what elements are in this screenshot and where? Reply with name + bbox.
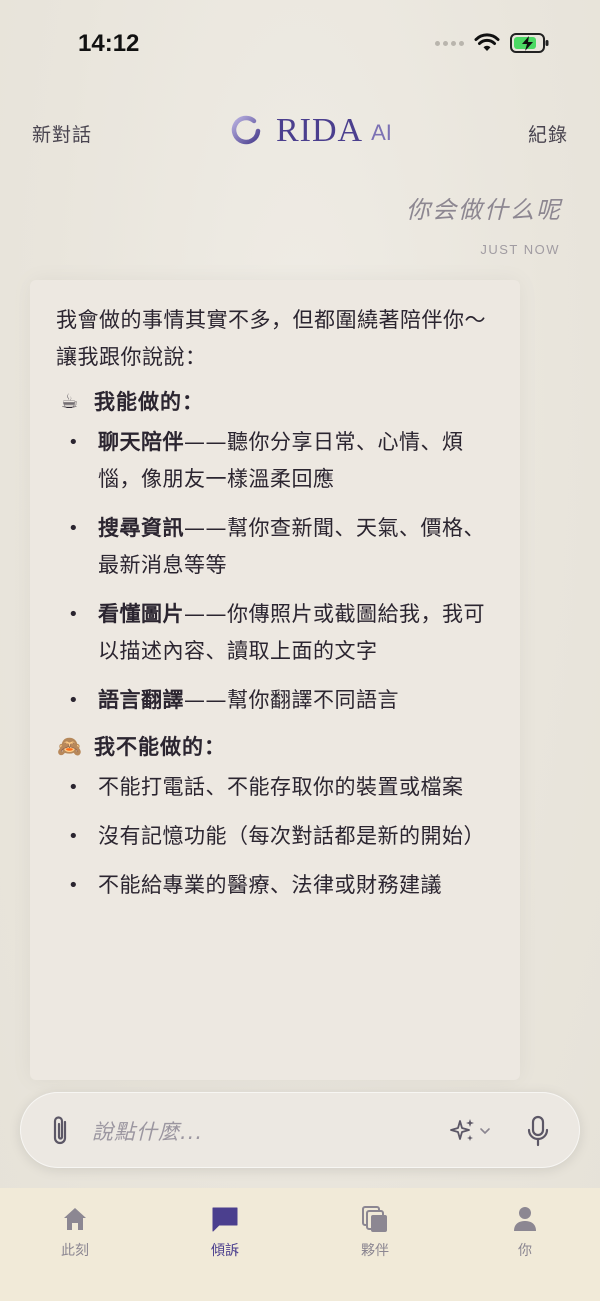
coffee-icon: ☕	[60, 389, 80, 413]
list-item: 搜尋資訊——幫你查新聞、天氣、價格、最新消息等等	[56, 510, 494, 584]
see-no-evil-monkey-icon: 🙈	[57, 734, 83, 758]
home-icon	[64, 1208, 86, 1230]
app-header: 新對話 RIDA AI 紀錄	[0, 110, 600, 158]
bottom-tab-bar: 此刻 傾訴 夥伴 你	[0, 1188, 600, 1301]
can-do-heading: ☕ 我能做的：	[56, 386, 494, 416]
sparkles-icon	[450, 1119, 474, 1141]
cellular-signal-icon	[435, 40, 464, 46]
cannot-do-list: 不能打電話、不能存取你的裝置或檔案 沒有記憶功能（每次對話都是新的開始） 不能給…	[56, 769, 494, 904]
list-item-text: ——幫你翻譯不同語言	[184, 688, 399, 712]
status-time: 14:12	[78, 30, 140, 57]
microphone-icon[interactable]	[526, 1114, 550, 1148]
list-item: 沒有記憶功能（每次對話都是新的開始）	[56, 818, 494, 855]
brand-ring-icon	[231, 115, 261, 145]
history-button[interactable]: 紀錄	[528, 120, 568, 147]
tab-label: 夥伴	[361, 1243, 389, 1259]
ai-mode-selector[interactable]	[448, 1116, 498, 1146]
tab-profile[interactable]: 你	[475, 1204, 575, 1260]
paperclip-icon[interactable]	[48, 1114, 74, 1148]
app-screen: 14:12 新對話 RIDA AI 紀錄 你会做什么呢 JUST NOW 我會做…	[0, 0, 600, 1301]
list-item-text: 不能打電話、不能存取你的裝置或檔案	[98, 775, 464, 799]
list-item: 不能打電話、不能存取你的裝置或檔案	[56, 769, 494, 806]
person-icon	[514, 1207, 536, 1231]
list-item: 不能給專業的醫療、法律或財務建議	[56, 867, 494, 904]
brand-suffix: AI	[371, 120, 392, 145]
tab-chat[interactable]: 傾訴	[175, 1204, 275, 1260]
tab-label: 傾訴	[211, 1243, 239, 1259]
wifi-icon	[474, 33, 500, 51]
status-bar: 14:12	[0, 0, 600, 90]
list-item-title: 搜尋資訊	[98, 516, 184, 540]
list-item-text: 沒有記憶功能（每次對話都是新的開始）	[98, 824, 485, 848]
tab-home[interactable]: 此刻	[25, 1204, 125, 1260]
brand-name: RIDA	[276, 112, 364, 149]
tab-label: 此刻	[61, 1243, 89, 1259]
user-message-text: 你会做什么呢	[406, 196, 562, 224]
status-icons	[435, 32, 550, 54]
message-input[interactable]: 說點什麼...	[92, 1116, 203, 1146]
can-do-title: 我能做的：	[94, 390, 204, 414]
can-do-list: 聊天陪伴——聽你分享日常、心情、煩惱，像朋友一樣溫柔回應 搜尋資訊——幫你查新聞…	[56, 424, 494, 719]
cannot-do-heading: 🙈 我不能做的：	[56, 731, 494, 761]
new-chat-button[interactable]: 新對話	[32, 120, 92, 147]
chevron-down-icon	[480, 1128, 490, 1135]
list-item-title: 語言翻譯	[98, 688, 184, 712]
cannot-do-title: 我不能做的：	[94, 735, 226, 759]
cards-icon	[362, 1206, 387, 1232]
assistant-intro: 我會做的事情其實不多，但都圍繞著陪伴你～讓我跟你說說：	[56, 308, 486, 369]
brand-logo: RIDA AI	[228, 112, 392, 150]
user-message-timestamp: JUST NOW	[480, 242, 560, 257]
list-item: 語言翻譯——幫你翻譯不同語言	[56, 682, 494, 719]
list-item: 看懂圖片——你傳照片或截圖給我，我可以描述內容、讀取上面的文字	[56, 596, 494, 670]
list-item-text: 不能給專業的醫療、法律或財務建議	[98, 873, 442, 897]
list-item-title: 看懂圖片	[98, 602, 184, 626]
message-composer: 說點什麼...	[20, 1092, 580, 1168]
battery-charging-icon	[510, 33, 549, 53]
list-item-title: 聊天陪伴	[98, 430, 184, 454]
tab-label: 你	[518, 1243, 532, 1259]
assistant-message-card: 我會做的事情其實不多，但都圍繞著陪伴你～讓我跟你說說： ☕ 我能做的： 聊天陪伴…	[30, 280, 520, 1080]
tab-companions[interactable]: 夥伴	[325, 1204, 425, 1260]
list-item: 聊天陪伴——聽你分享日常、心情、煩惱，像朋友一樣溫柔回應	[56, 424, 494, 498]
chat-icon	[212, 1207, 238, 1232]
